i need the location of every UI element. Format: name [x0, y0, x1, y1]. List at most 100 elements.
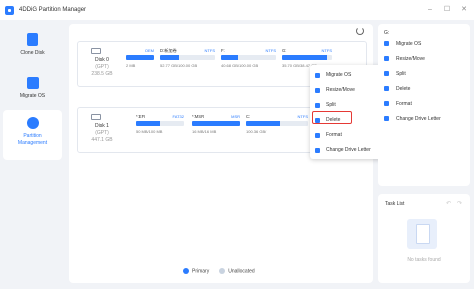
app-logo — [5, 5, 14, 15]
partition-size: 100.36 GB/ — [246, 129, 267, 134]
format-icon — [384, 101, 389, 106]
partition-name: D:新加卷 — [160, 48, 177, 53]
partition-d[interactable]: D:新加卷 NTFS 52.77 GB/100.00 GB — [160, 48, 215, 78]
partition-bar — [246, 121, 308, 126]
legend-unallocated: Unallocated — [219, 268, 255, 274]
partition-name: *:MSR — [192, 114, 205, 119]
split-icon — [315, 102, 320, 108]
disk-icon — [91, 114, 101, 120]
op-format[interactable]: Format — [384, 99, 412, 108]
op-migrate-os[interactable]: Migrate OS — [384, 39, 421, 48]
close-icon[interactable]: ✕ — [460, 5, 468, 13]
context-menu: Migrate OS Resize/Move Split Delete Form… — [310, 65, 387, 159]
partition-fs: MSR — [231, 114, 240, 119]
op-delete[interactable]: Delete — [384, 84, 410, 93]
partition-name: *:EFI — [136, 114, 146, 119]
partition-fs: NTFS — [321, 48, 332, 53]
task-list-actions: ↶ ↷ — [446, 200, 462, 207]
partition-oem[interactable]: OEM 2 MB — [126, 48, 154, 78]
empty-clipboard-icon — [407, 219, 437, 249]
menu-item-resize-move[interactable]: Resize/Move — [315, 85, 355, 95]
disk-name: Disk 0 — [95, 57, 109, 63]
maximize-icon[interactable]: ☐ — [443, 5, 451, 13]
partition-bar — [160, 55, 215, 60]
partition-name: C: — [246, 114, 251, 119]
partition-fill — [126, 55, 154, 60]
menu-item-migrate-os[interactable]: Migrate OS — [315, 70, 351, 80]
migrate-os-icon — [26, 77, 39, 89]
sidebar-item-label: Partition Management — [17, 133, 48, 146]
delete-icon — [384, 86, 389, 91]
partition-fs: OEM — [144, 48, 154, 53]
title-bar: 4DDiG Partition Manager – ☐ ✕ — [0, 0, 474, 20]
partition-bar — [136, 121, 184, 126]
partition-size: 50 MB/100 MB — [136, 129, 163, 134]
partition-size: 40.68 GB/100.00 GB — [221, 63, 259, 68]
sidebar-item-clone-disk[interactable]: Clone Disk — [3, 26, 62, 70]
menu-item-format[interactable]: Format — [315, 130, 342, 140]
operations-panel: G: Migrate OS Resize/Move Split Delete F… — [378, 24, 470, 186]
op-change-drive-letter[interactable]: Change Drive Letter — [384, 114, 441, 123]
disk-type: (GPT) — [95, 130, 109, 136]
disk-icon — [91, 48, 101, 54]
partition-bar — [221, 55, 276, 60]
task-list-panel: Task List ↶ ↷ No tasks found — [378, 194, 470, 283]
partition-bar — [126, 55, 154, 60]
partition-size: 16 MB/16 MB — [192, 129, 217, 134]
partition-fs: FAT32 — [172, 114, 185, 119]
drive-letter-icon — [384, 116, 389, 121]
partition-bar — [192, 121, 240, 126]
empty-task-text: No tasks found — [407, 257, 441, 263]
migrate-os-icon — [315, 72, 320, 78]
redo-icon[interactable]: ↷ — [457, 200, 462, 207]
resize-icon — [384, 56, 389, 61]
split-icon — [384, 71, 389, 76]
partition-size: 52.77 GB/100.00 GB — [160, 63, 198, 68]
sidebar-item-migrate-os[interactable]: Migrate OS — [3, 70, 62, 114]
partition-name: G: — [282, 48, 287, 53]
partition-fs: NTFS — [204, 48, 215, 53]
task-list-title: Task List — [385, 201, 405, 207]
partition-fs: NTFS — [265, 48, 276, 53]
partition-management-icon — [26, 117, 39, 129]
partition-f[interactable]: F: NTFS 40.68 GB/100.00 GB — [221, 48, 276, 78]
sidebar-item-label: Migrate OS — [19, 93, 46, 99]
partition-fill — [246, 121, 281, 126]
delete-icon — [315, 117, 320, 123]
primary-dot-icon — [183, 268, 189, 274]
sidebar-item-partition-management[interactable]: Partition Management — [3, 110, 62, 160]
op-split[interactable]: Split — [384, 69, 406, 78]
disk-name: Disk 1 — [95, 123, 109, 129]
refresh-icon[interactable] — [356, 27, 364, 35]
menu-item-change-drive-letter[interactable]: Change Drive Letter — [315, 145, 371, 155]
partition-name: F: — [221, 48, 225, 53]
clone-disk-icon — [27, 33, 38, 46]
drive-letter-icon — [315, 147, 320, 153]
disk-size: 238.5 GB — [91, 71, 113, 77]
menu-item-split[interactable]: Split — [315, 100, 336, 110]
undo-icon[interactable]: ↶ — [446, 200, 451, 207]
partition-msr[interactable]: *:MSR MSR 16 MB/16 MB — [192, 114, 240, 144]
minimize-icon[interactable]: – — [426, 5, 434, 13]
disk-type: (GPT) — [95, 64, 109, 70]
disk-info: Disk 1 (GPT) 447.1 GB — [82, 123, 122, 144]
resize-icon — [315, 87, 320, 93]
partition-c[interactable]: C: NTFS 100.36 GB/ — [246, 114, 308, 144]
sidebar: Clone Disk Migrate OS Partition Manageme… — [0, 20, 68, 289]
migrate-os-icon — [384, 41, 389, 46]
op-resize-move[interactable]: Resize/Move — [384, 54, 425, 63]
partition-fill — [192, 121, 240, 126]
unallocated-dot-icon — [219, 268, 226, 274]
window-controls: – ☐ ✕ — [426, 5, 468, 14]
legend-primary: Primary — [183, 268, 209, 274]
partition-fill — [282, 55, 327, 60]
partition-efi[interactable]: *:EFI FAT32 50 MB/100 MB — [136, 114, 184, 144]
menu-item-delete[interactable]: Delete — [315, 115, 340, 125]
app-title: 4DDiG Partition Manager — [19, 7, 87, 13]
format-icon — [315, 132, 320, 138]
partition-size: 2 MB — [126, 63, 136, 68]
partition-fill — [221, 55, 238, 60]
sidebar-item-label: Clone Disk — [20, 50, 45, 56]
partition-fill — [136, 121, 160, 126]
disk-size: 447.1 GB — [91, 137, 113, 143]
